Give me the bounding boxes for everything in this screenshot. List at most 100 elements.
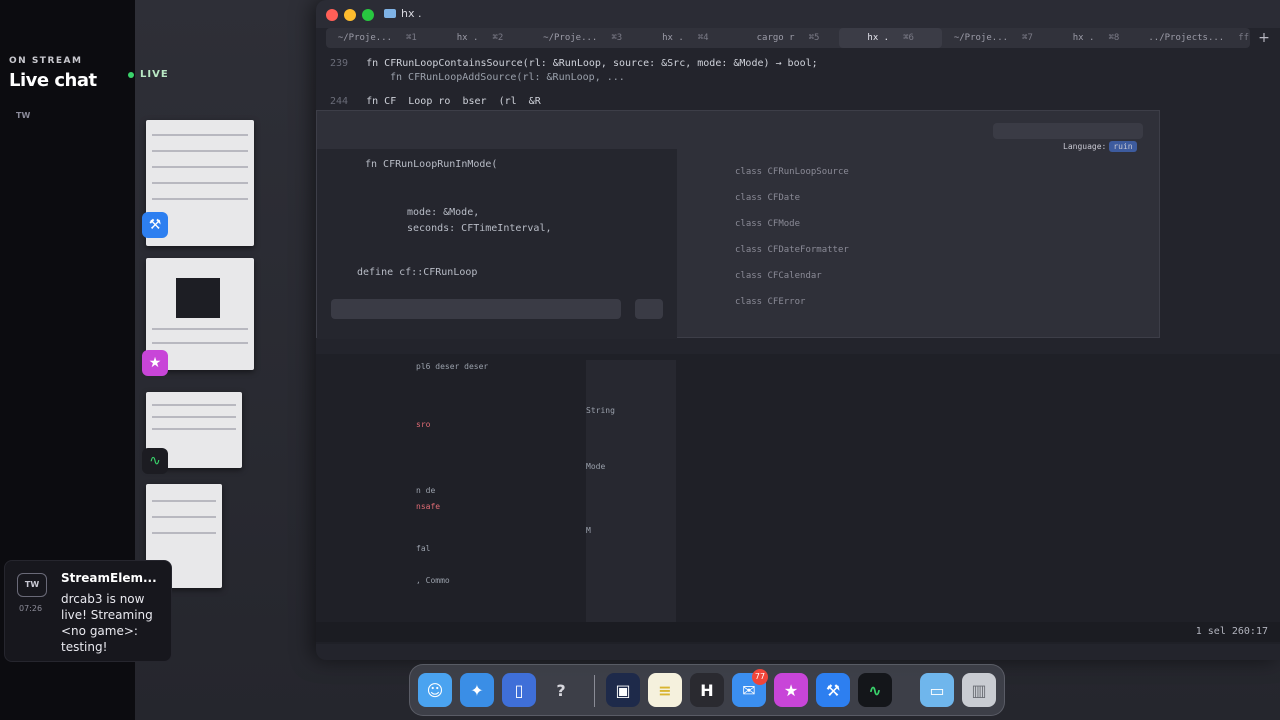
tab-9[interactable]: ../Projects... ff xyxy=(1147,28,1250,48)
language-indicator: Language: ruin xyxy=(1063,139,1149,155)
tab-label: ~/Proje... xyxy=(543,33,598,43)
live-badge: LIVE xyxy=(128,69,169,80)
tab-shortcut: ⌘7 xyxy=(1022,33,1033,43)
tab-label: hx . xyxy=(456,33,479,43)
tab-8[interactable]: hx . ⌘8 xyxy=(1045,28,1148,48)
window-title-label: hx . xyxy=(401,7,422,20)
notification-message: drcab3 is now live! Streaming <no game>:… xyxy=(61,592,153,654)
lower-panes: pl6 deser deser sro n de nsafe fal , Com… xyxy=(316,354,1280,644)
picker-query-input[interactable] xyxy=(331,299,621,319)
cursor-position: 1 sel 260:17 xyxy=(1195,626,1268,637)
tab-bar: ~/Proje... ⌘1 hx . ⌘2 ~/Proje... ⌘3 hx . ⌘4 … xyxy=(326,28,1250,48)
picker-preview-pane: fn CFRunLoopRunInMode( mode: &Mode, seco… xyxy=(317,149,677,339)
tab-shortcut: ⌘4 xyxy=(697,33,709,43)
tab-7[interactable]: ~/Proje... ⌘7 xyxy=(942,28,1045,48)
tab-4[interactable]: hx . ⌘4 xyxy=(634,28,737,48)
trash-icon[interactable]: ▥ xyxy=(962,673,996,707)
notification-time: 07:26 xyxy=(19,604,43,613)
preview-line: seconds: CFTimeInterval, xyxy=(407,223,552,234)
tab-6-active[interactable]: hx . ⌘6 xyxy=(839,28,943,48)
tab-label: ~/Proje... xyxy=(337,33,392,43)
window-title: hx . xyxy=(384,7,421,20)
symbol-item[interactable]: class CFDateFormatter xyxy=(735,245,849,255)
files-icon[interactable]: ▯ xyxy=(502,673,536,707)
dock-separator xyxy=(594,675,595,707)
code-editor[interactable]: 239 fn CFRunLoopContainsSource(rl: &RunL… xyxy=(316,54,1280,354)
tab-shortcut: ⌘8 xyxy=(1108,33,1120,43)
pane-column xyxy=(756,360,866,640)
live-label: LIVE xyxy=(140,69,169,80)
code-line: 244 fn CF Loop ro bser (rl &R xyxy=(330,96,541,107)
live-dot-icon xyxy=(128,71,134,78)
star-icon[interactable]: ★ xyxy=(774,673,808,707)
tab-shortcut: ⌘3 xyxy=(611,33,623,43)
tab-label: ~/Proje... xyxy=(953,33,1009,43)
on-stream-label: ON STREAM xyxy=(9,56,83,66)
tab-label: ../Projects... xyxy=(1148,33,1225,43)
chat-title: Live chat xyxy=(9,70,97,91)
xcode-icon[interactable]: ⚒ xyxy=(816,673,850,707)
new-tab-button[interactable]: + xyxy=(1254,28,1274,48)
tab-label: cargo r xyxy=(756,33,795,43)
line-number: 239 xyxy=(330,58,349,69)
preview-line: mode: &Mode, xyxy=(407,207,480,218)
symbol-item[interactable]: class CFCalendar xyxy=(735,271,822,281)
finder-icon[interactable]: ☺ xyxy=(418,673,452,707)
activity-monitor-icon: ∿ xyxy=(142,448,168,474)
line-number: 244 xyxy=(330,96,349,107)
stream-notification: TW 07:26 StreamElem... drcab3 is now liv… xyxy=(4,560,172,662)
tab-5[interactable]: cargo r ⌘5 xyxy=(737,28,840,48)
window-titlebar: hx . xyxy=(316,0,1280,28)
tab-shortcut: ⌘5 xyxy=(808,33,820,43)
safari-icon[interactable]: ✦ xyxy=(460,673,494,707)
tab-label: hx . xyxy=(867,33,890,43)
code-text: fn CFRunLoopContainsSource(rl: &RunLoop,… xyxy=(366,58,818,69)
language-label: Language: xyxy=(1063,142,1107,151)
preview-line: define cf::CFRunLoop xyxy=(357,267,478,278)
xcode-icon: ⚒ xyxy=(142,212,168,238)
desktop: hx . ~/Proje... ⌘1 hx . ⌘2 ~/Proje... ⌘3 hx… xyxy=(0,0,1280,720)
picker-search-field[interactable] xyxy=(993,123,1143,139)
helix-icon[interactable]: H xyxy=(690,673,724,707)
symbol-picker-popup: Language: ruin fn CFRunLoopRunInMode( mod… xyxy=(316,110,1160,339)
folder-icon[interactable]: ▭ xyxy=(920,673,954,707)
dock: ☺ ✦ ▯ ? ▣ ≡ H ✉ ★ ⚒ ∿ ▭ ▥ xyxy=(409,664,1005,716)
code-text: fn CF Loop ro bser (rl &R xyxy=(366,96,541,107)
picker-action-button[interactable] xyxy=(635,299,663,319)
status-bar: 1 sel 260:17 xyxy=(316,622,1280,642)
tab-3[interactable]: ~/Proje... ⌘3 xyxy=(531,28,634,48)
tab-1[interactable]: ~/Proje... ⌘1 xyxy=(326,28,429,48)
code-line: fn CFRunLoopAddSource(rl: &RunLoop, ... xyxy=(390,72,625,83)
tab-shortcut: ff xyxy=(1238,33,1250,43)
symbol-item[interactable]: class CFMode xyxy=(735,219,800,229)
code-line: 239 fn CFRunLoopContainsSource(rl: &RunL… xyxy=(330,58,818,69)
preview-line: fn CFRunLoopRunInMode( xyxy=(365,159,498,170)
pane-column xyxy=(916,360,1056,640)
twitch-label: TW xyxy=(16,111,31,120)
symbol-item[interactable]: class CFRunLoopSource xyxy=(735,167,849,177)
help-icon[interactable]: ? xyxy=(544,673,578,707)
close-window-button[interactable] xyxy=(326,9,338,21)
notification-avatar: TW xyxy=(17,573,47,597)
star-icon: ★ xyxy=(142,350,168,376)
minimize-window-button[interactable] xyxy=(344,9,356,21)
pane-column: pl6 deser deser sro n de nsafe fal , Com… xyxy=(416,362,489,585)
symbol-item[interactable]: class CFDate xyxy=(735,193,800,203)
symbol-item[interactable]: class CFError xyxy=(735,297,805,307)
notification-sender: StreamElem... xyxy=(61,571,157,585)
zoom-window-button[interactable] xyxy=(362,9,374,21)
folder-icon xyxy=(384,9,396,18)
tab-shortcut: ⌘2 xyxy=(492,33,504,43)
notes-icon[interactable]: ≡ xyxy=(648,673,682,707)
language-value: ruin xyxy=(1109,141,1137,152)
mail-badge: 77 xyxy=(752,669,768,685)
terminal-icon[interactable]: ▣ xyxy=(606,673,640,707)
tab-2[interactable]: hx . ⌘2 xyxy=(429,28,532,48)
editor-window: hx . ~/Proje... ⌘1 hx . ⌘2 ~/Proje... ⌘3 hx… xyxy=(316,0,1280,660)
tab-shortcut: ⌘6 xyxy=(903,33,914,43)
tab-shortcut: ⌘1 xyxy=(406,33,417,43)
activity-icon[interactable]: ∿ xyxy=(858,673,892,707)
tab-label: hx . xyxy=(1072,33,1095,43)
tab-label: hx . xyxy=(662,33,684,43)
pane-column: String Mode M xyxy=(586,360,676,640)
